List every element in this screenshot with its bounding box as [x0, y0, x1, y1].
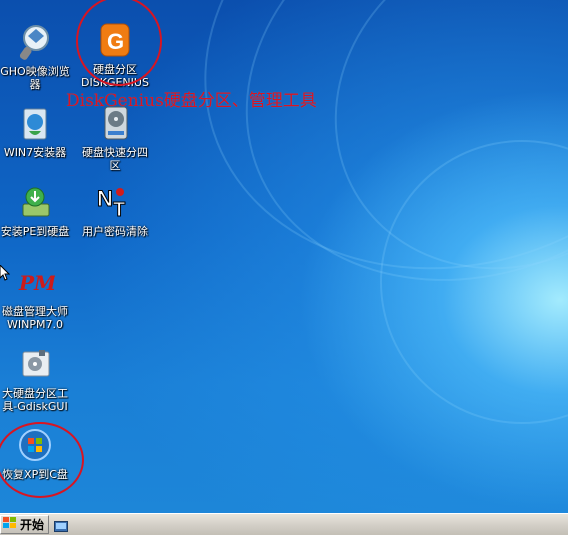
windows-logo-icon [3, 517, 17, 532]
desktop-icon-label: 大硬盘分区工 具-GdiskGUI [2, 387, 68, 413]
annotation-circle [0, 422, 84, 498]
desktop-icon-label: 安装PE到硬盘 [0, 225, 70, 238]
desktop-icon-label: 用户密码清除 [82, 225, 148, 238]
taskbar: 开始 [0, 513, 568, 535]
gho-viewer-icon [15, 22, 55, 62]
desktop-icon-partition-master[interactable]: PM 磁盘管理大师 WINPM7.0 [0, 262, 74, 331]
desktop-icon-label: 磁盘管理大师 WINPM7.0 [2, 305, 68, 331]
desktop-icon-install-pe[interactable]: 安装PE到硬盘 [0, 182, 74, 238]
desktop: GHO映像浏览 器 WIN7安装器 安装PE到硬盘 PM 磁盘管理大师 WINP… [0, 0, 568, 513]
win7-installer-icon [15, 103, 55, 143]
annotation-text: DiskGenius硬盘分区、管理工具 [66, 91, 317, 111]
password-clear-icon: N T [95, 182, 135, 222]
desktop-icon-quick-partition[interactable]: 硬盘快速分四 区 [76, 103, 154, 172]
show-desktop-icon[interactable] [54, 518, 68, 532]
desktop-icon-gdisk[interactable]: 大硬盘分区工 具-GdiskGUI [0, 344, 74, 413]
start-button[interactable]: 开始 [0, 515, 50, 534]
desktop-icon-password-clear[interactable]: N T 用户密码清除 [76, 182, 154, 239]
desktop-icon-label: WIN7安装器 [3, 146, 67, 159]
desktop-icon-label: GHO映像浏览 器 [0, 65, 70, 91]
svg-text:T: T [113, 199, 125, 221]
svg-text:PM: PM [18, 271, 55, 295]
install-pe-icon [15, 182, 55, 222]
partition-master-icon: PM [15, 262, 57, 302]
desktop-icon-win7-installer[interactable]: WIN7安装器 [0, 103, 74, 159]
gdisk-icon [15, 344, 55, 384]
desktop-icon-label: 硬盘快速分四 区 [82, 146, 148, 172]
start-label: 开始 [20, 518, 45, 532]
desktop-icon-gho-viewer[interactable]: GHO映像浏览 器 [0, 22, 74, 91]
mouse-cursor-icon [0, 264, 11, 285]
annotation-circle [76, 0, 162, 86]
svg-text:N: N [97, 186, 113, 211]
